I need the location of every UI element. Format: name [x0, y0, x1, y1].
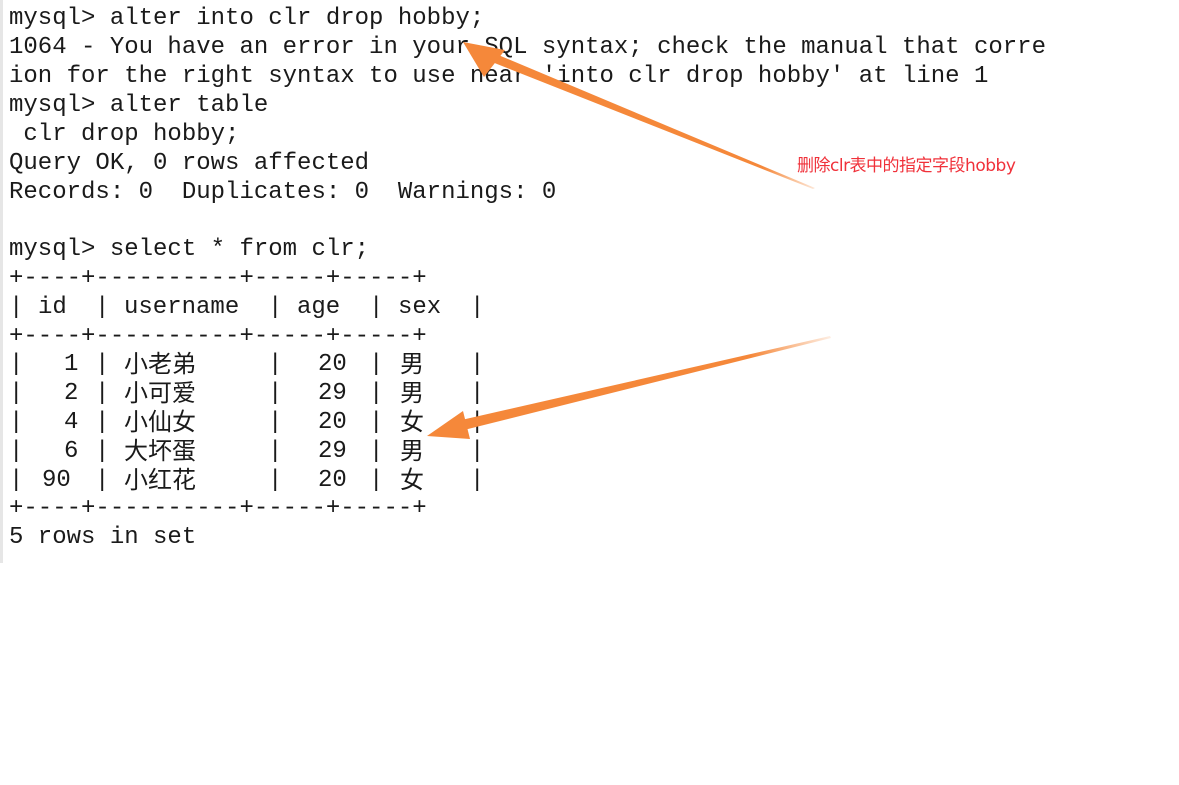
table-row: | 90 | 小红花 | 20 | 女 |	[9, 466, 489, 495]
pipe: |	[369, 467, 384, 494]
cell-username: 小仙女	[124, 408, 196, 436]
pipe: |	[9, 409, 24, 436]
pipe: |	[95, 409, 110, 436]
pipe: |	[9, 294, 24, 321]
pipe: |	[95, 294, 110, 321]
cell-age: 20	[318, 467, 347, 494]
terminal-line-summary: 5 rows in set	[9, 524, 197, 551]
cell-username: 小老弟	[124, 350, 196, 378]
pipe: |	[268, 380, 283, 407]
pipe: |	[9, 380, 24, 407]
table-row: | 6 | 大坏蛋 | 29 | 男 |	[9, 437, 489, 466]
terminal-line-error-1: 1064 - You have an error in your SQL syn…	[9, 34, 1046, 61]
cell-id: 4	[64, 409, 79, 436]
table-header-sex: sex	[398, 294, 442, 321]
pipe: |	[268, 438, 283, 465]
terminal-line-error-2: ion for the right syntax to use near 'in…	[9, 63, 989, 90]
table-header-id: id	[38, 294, 67, 321]
cell-id: 2	[64, 380, 79, 407]
table-header-row: | id | username | age | sex |	[9, 293, 489, 322]
annotation-note: 删除clr表中的指定字段hobby	[797, 156, 1016, 176]
cell-sex: 男	[400, 379, 424, 407]
pipe: |	[369, 351, 384, 378]
cell-username: 小可爱	[124, 379, 196, 407]
cell-age: 20	[318, 409, 347, 436]
pipe: |	[9, 351, 24, 378]
cell-id: 6	[64, 438, 79, 465]
cell-id: 1	[64, 351, 79, 378]
terminal-line-command-2: mysql> alter table	[9, 92, 269, 119]
pipe: |	[369, 409, 384, 436]
pipe: |	[268, 409, 283, 436]
pipe: |	[470, 294, 485, 321]
pipe: |	[95, 467, 110, 494]
cell-sex: 男	[400, 350, 424, 378]
cell-age: 20	[318, 351, 347, 378]
terminal-window: mysql> alter into clr drop hobby; 1064 -…	[0, 0, 1179, 563]
terminal-line-command-1: mysql> alter into clr drop hobby;	[9, 5, 485, 32]
cell-age: 29	[318, 380, 347, 407]
table-row: | 1 | 小老弟 | 20 | 男 |	[9, 350, 489, 379]
pipe: |	[9, 438, 24, 465]
table-border-bottom: +----+----------+-----+-----+	[9, 495, 427, 522]
cell-sex: 女	[400, 466, 424, 494]
pipe: |	[369, 438, 384, 465]
pipe: |	[470, 438, 485, 465]
pipe: |	[470, 409, 485, 436]
cell-sex: 男	[400, 437, 424, 465]
cell-sex: 女	[400, 408, 424, 436]
cell-username: 大坏蛋	[124, 437, 196, 465]
pipe: |	[95, 438, 110, 465]
pipe: |	[470, 351, 485, 378]
cell-age: 29	[318, 438, 347, 465]
table-border-top: +----+----------+-----+-----+	[9, 265, 427, 292]
terminal-line-command-2-cont: clr drop hobby;	[9, 121, 240, 148]
arrow-down-left-shaft	[457, 336, 831, 431]
pipe: |	[268, 294, 283, 321]
table-header-age: age	[297, 294, 341, 321]
table-border-mid: +----+----------+-----+-----+	[9, 323, 427, 350]
terminal-line-records: Records: 0 Duplicates: 0 Warnings: 0	[9, 179, 557, 206]
pipe: |	[9, 467, 24, 494]
terminal-line-query-ok: Query OK, 0 rows affected	[9, 150, 370, 177]
cell-id: 90	[42, 467, 71, 494]
pipe: |	[470, 467, 485, 494]
pipe: |	[268, 467, 283, 494]
table-header-username: username	[124, 294, 240, 321]
pipe: |	[95, 380, 110, 407]
pipe: |	[369, 380, 384, 407]
terminal-line-command-3: mysql> select * from clr;	[9, 236, 370, 263]
cell-username: 小红花	[124, 466, 196, 494]
pipe: |	[268, 351, 283, 378]
pipe: |	[95, 351, 110, 378]
table-row: | 4 | 小仙女 | 20 | 女 |	[9, 408, 489, 437]
pipe: |	[470, 380, 485, 407]
table-row: | 2 | 小可爱 | 29 | 男 |	[9, 379, 489, 408]
terminal-left-edge	[0, 0, 3, 563]
pipe: |	[369, 294, 384, 321]
